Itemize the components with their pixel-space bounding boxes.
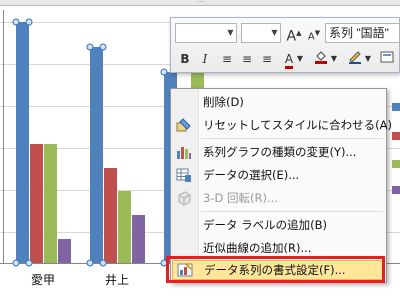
align-center-icon[interactable]: ≡: [217, 49, 237, 69]
bar-inoue-series4[interactable]: [132, 215, 145, 263]
align-left-icon[interactable]: ≡: [237, 49, 257, 69]
font-color-dropdown-icon[interactable]: ▼: [295, 49, 305, 69]
menu-item-select-data[interactable]: データの選択(E)...: [171, 165, 386, 185]
legend-swatch-blue: [392, 103, 400, 111]
bar-aiko-series3[interactable]: [44, 144, 57, 263]
legend-swatch-purple: [392, 186, 400, 194]
legend-swatch-red: [392, 132, 400, 140]
bold-button[interactable]: B: [175, 49, 195, 69]
annotation-highlight-box: [166, 256, 385, 283]
chevron-down-icon: ▼: [271, 28, 278, 37]
font-shrink-button[interactable]: A▼: [304, 23, 324, 43]
font-grow-button[interactable]: A▲: [284, 23, 304, 45]
bar-aiko-kokugo[interactable]: [16, 22, 29, 263]
menu-separator: [201, 138, 383, 139]
line-color-dropdown-icon[interactable]: ▼: [363, 49, 373, 69]
legend-swatch-green: [392, 160, 400, 168]
format-pane-icon[interactable]: [377, 49, 397, 69]
line-color-icon[interactable]: [345, 49, 365, 69]
select-data-icon: [176, 167, 192, 183]
bar-inoue-kokugo[interactable]: [90, 47, 103, 263]
menu-item-add-trendline[interactable]: 近似曲線の追加(R)...: [171, 238, 386, 258]
align-right-icon[interactable]: ≡: [257, 49, 277, 69]
menu-item-add-data-labels[interactable]: データ ラベルの追加(B): [171, 215, 386, 235]
menu-item-change-chart-type[interactable]: 系列グラフの種類の変更(Y)...: [171, 142, 386, 162]
reset-style-icon: [176, 117, 192, 133]
font-size-combo[interactable]: ▼: [241, 23, 281, 43]
menu-item-delete[interactable]: 削除(D): [171, 92, 386, 112]
rotate-3d-icon: [176, 190, 192, 206]
bar-aiko-series4[interactable]: [58, 239, 71, 263]
bar-aiko-series2[interactable]: [30, 144, 43, 263]
mini-toolbar: ▼ ▼ A▲ A▼ 系列 "国語" B I ≡ ≡ ≡ A ▼ ▼ ▼: [170, 17, 400, 73]
fill-color-dropdown-icon[interactable]: ▼: [329, 49, 339, 69]
menu-separator: [201, 211, 383, 212]
context-menu: 削除(D) リセットしてスタイルに合わせる(A) 系列グラフの種類の変更(Y).…: [170, 88, 392, 283]
chart-element-select[interactable]: 系列 "国語": [325, 23, 400, 43]
menu-item-3d-rotation[interactable]: 3-D 回転(R)...: [171, 188, 386, 208]
bar-inoue-series2[interactable]: [104, 168, 117, 263]
category-label-aiko: 愛甲: [30, 273, 55, 287]
font-name-combo[interactable]: ▼: [175, 23, 237, 43]
category-label-inoue: 井上: [104, 273, 129, 287]
chevron-down-icon: ▼: [227, 28, 234, 37]
menu-item-reset-style[interactable]: リセットしてスタイルに合わせる(A): [171, 115, 392, 135]
italic-button[interactable]: I: [195, 49, 215, 69]
bar-inoue-series3[interactable]: [118, 191, 131, 263]
fill-color-icon[interactable]: [311, 49, 331, 69]
chart-type-icon: [176, 144, 192, 160]
